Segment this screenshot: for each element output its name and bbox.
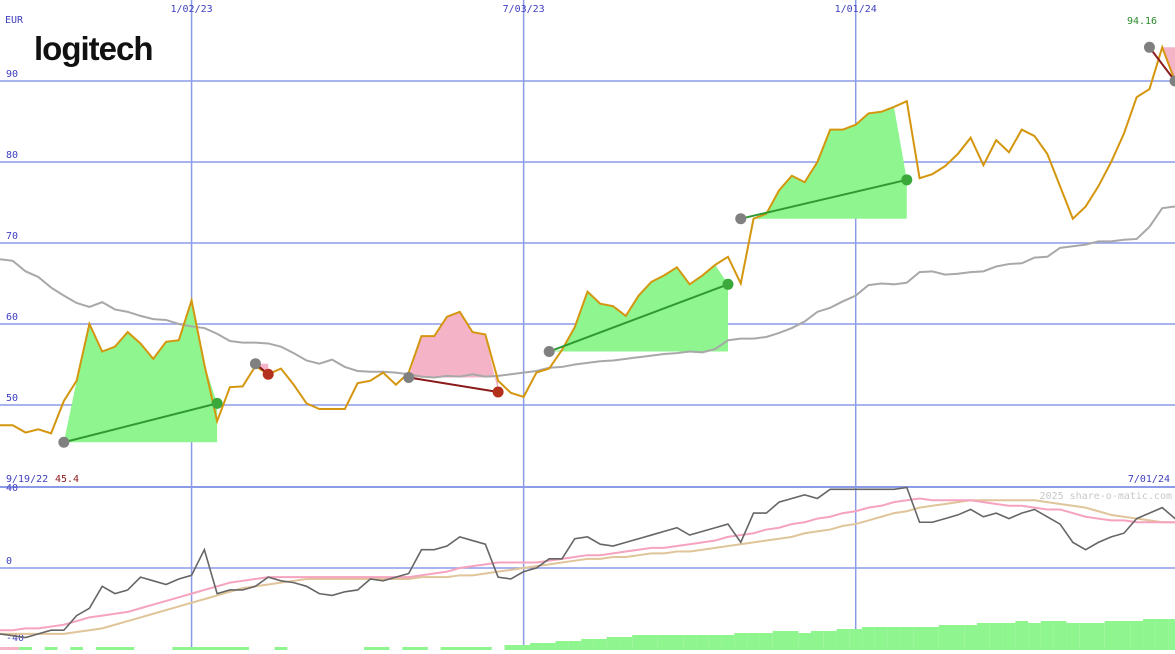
y-tick-label: 70: [6, 231, 18, 242]
stock-chart: 90807060501/02/237/03/231/01/24EUR94.169…: [0, 0, 1175, 650]
volume-bar: [1003, 623, 1016, 650]
y-tick-label: 50: [6, 393, 18, 404]
trade-exit-marker: [1170, 76, 1175, 87]
trade-loss-line: [409, 377, 498, 392]
trade-gain-area: [741, 107, 907, 219]
volume-bar: [1105, 621, 1118, 650]
trade-exit-marker: [901, 174, 912, 185]
volume-bar: [824, 631, 837, 650]
volume-bar: [913, 627, 926, 650]
trade-entry-marker: [58, 437, 69, 448]
currency-label: EUR: [5, 15, 24, 26]
volume-bar: [888, 627, 901, 650]
volume-bar: [1118, 621, 1131, 650]
y-tick-label: 60: [6, 312, 18, 323]
last-price-label: 94.16: [1127, 16, 1157, 27]
volume-bar: [530, 643, 543, 650]
osc-y-tick-label: 40: [6, 483, 18, 494]
volume-bar: [1156, 619, 1169, 650]
volume-bar: [1169, 619, 1175, 650]
volume-bar: [568, 641, 581, 650]
y-tick-label: 80: [6, 150, 18, 161]
trade-entry-marker: [403, 372, 414, 383]
trade-entry-marker: [544, 346, 555, 357]
oscillator-line-tan: [0, 500, 1175, 634]
oscillator-line-pink: [0, 498, 1175, 630]
volume-bar: [977, 623, 990, 650]
volume-bar: [926, 627, 939, 650]
volume-bar: [645, 635, 658, 650]
volume-bar: [760, 633, 773, 650]
volume-bar: [798, 633, 811, 650]
volume-bar: [875, 627, 888, 650]
trade-exit-marker: [722, 279, 733, 290]
volume-bar: [1054, 621, 1067, 650]
volume-bar: [773, 631, 786, 650]
trade-entry-marker: [735, 213, 746, 224]
volume-bar: [543, 643, 556, 650]
volume-bar: [990, 623, 1003, 650]
end-date-label: 7/01/24: [1128, 474, 1170, 485]
trade-gain-area: [64, 301, 217, 443]
volume-bar: [1092, 623, 1105, 650]
volume-bar: [900, 627, 913, 650]
logitech-logo: logitech: [34, 30, 153, 68]
volume-bar: [709, 635, 722, 650]
volume-bar: [1028, 623, 1041, 650]
trade-exit-marker: [493, 387, 504, 398]
volume-bar: [1143, 619, 1156, 650]
volume-bar: [811, 631, 824, 650]
trade-entry-marker: [250, 358, 261, 369]
volume-bar: [671, 635, 684, 650]
x-tick-label: 7/03/23: [503, 4, 545, 15]
x-tick-label: 1/02/23: [170, 4, 212, 15]
volume-bar: [722, 635, 735, 650]
volume-bar: [1130, 621, 1143, 650]
volume-bar: [964, 625, 977, 650]
trade-exit-marker: [263, 369, 274, 380]
volume-bar: [1066, 623, 1079, 650]
volume-bar: [619, 637, 632, 650]
volume-bar: [632, 635, 645, 650]
volume-bar: [849, 629, 862, 650]
volume-bar: [607, 637, 620, 650]
volume-bar: [837, 629, 850, 650]
volume-bar: [504, 645, 517, 650]
oscillator-line-fast: [0, 487, 1175, 637]
trade-entry-marker: [1144, 42, 1155, 53]
low-price-label: 45.4: [55, 474, 79, 485]
volume-bar: [1041, 621, 1054, 650]
copyright-label: 2025 share-o-matic.com: [1040, 491, 1172, 502]
volume-bar: [734, 633, 747, 650]
volume-bar: [556, 641, 569, 650]
volume-bar: [658, 635, 671, 650]
volume-bar: [785, 631, 798, 650]
osc-y-tick-label: 0: [6, 556, 12, 567]
volume-bar: [683, 635, 696, 650]
volume-bar: [951, 625, 964, 650]
volume-bar: [696, 635, 709, 650]
trade-exit-marker: [212, 398, 223, 409]
volume-bar: [594, 639, 607, 650]
volume-bar: [581, 639, 594, 650]
volume-bar: [1079, 623, 1092, 650]
trade-gain-area: [549, 265, 728, 352]
volume-bar: [747, 633, 760, 650]
volume-bar: [939, 625, 952, 650]
volume-bar: [517, 645, 530, 650]
y-tick-label: 90: [6, 69, 18, 80]
chart-canvas: 90807060501/02/237/03/231/01/24EUR94.169…: [0, 0, 1175, 650]
volume-bar: [862, 627, 875, 650]
volume-bar: [1015, 621, 1028, 650]
x-tick-label: 1/01/24: [835, 4, 877, 15]
